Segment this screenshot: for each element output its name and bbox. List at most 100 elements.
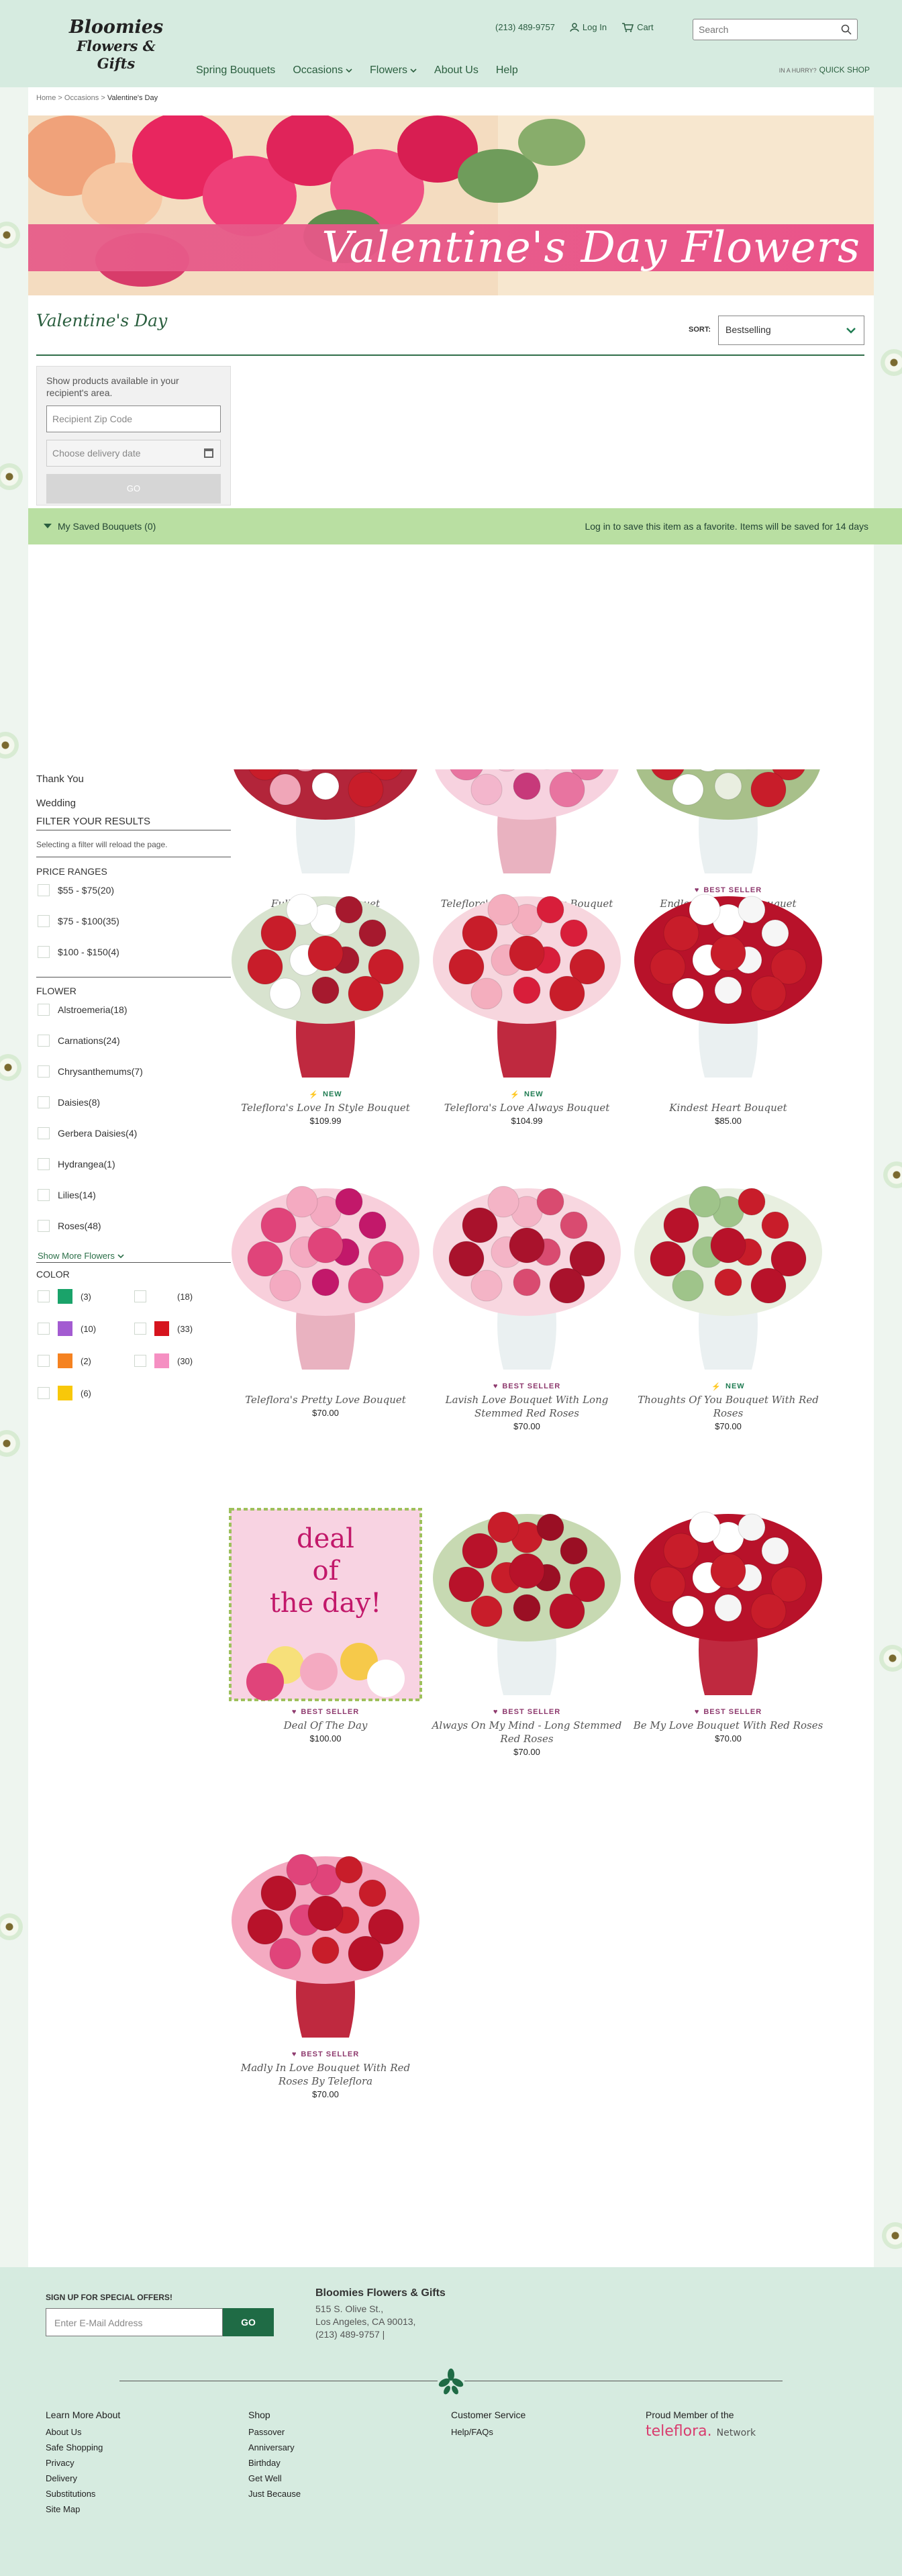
checkbox[interactable]	[38, 1323, 50, 1335]
product-name[interactable]: Kindest Heart Bouquet	[628, 1101, 829, 1114]
signup-go-button[interactable]: GO	[223, 2308, 274, 2336]
product-name[interactable]: Be My Love Bouquet With Red Roses	[628, 1719, 829, 1732]
checkbox[interactable]	[38, 1355, 50, 1367]
product-card[interactable]: ♥ BEST SELLER Lavish Love Bouquet With Lon…	[426, 1178, 628, 1431]
product-image[interactable]	[426, 886, 628, 1088]
flower-option[interactable]: Daisies(8)	[38, 1096, 100, 1108]
checkbox[interactable]	[38, 1290, 50, 1302]
nav-about-us[interactable]: About Us	[434, 64, 479, 77]
footer-link[interactable]: Passover	[248, 2424, 301, 2440]
product-image[interactable]	[225, 1846, 426, 2048]
checkbox[interactable]	[38, 1065, 50, 1078]
phone-number[interactable]: (213) 489-9757	[495, 22, 555, 32]
product-image[interactable]	[225, 886, 426, 1088]
product-name[interactable]: Lavish Love Bouquet With Long Stemmed Re…	[426, 1393, 628, 1420]
footer-link[interactable]: Delivery	[46, 2471, 120, 2486]
checkbox[interactable]	[38, 1158, 50, 1170]
saved-bouquets-bar[interactable]: My Saved Bouquets (0) Log in to save thi…	[28, 508, 902, 544]
product-card[interactable]: Teleflora's Pretty Love Bouquet $70.00	[225, 1178, 426, 1418]
footer-link[interactable]: Substitutions	[46, 2486, 120, 2501]
delivery-date-input[interactable]: Choose delivery date	[46, 440, 221, 467]
checkbox[interactable]	[38, 1220, 50, 1232]
checkbox[interactable]	[134, 1355, 146, 1367]
product-image[interactable]: deal of the day!	[225, 1504, 426, 1705]
breadcrumb-home[interactable]: Home	[36, 94, 56, 102]
product-image[interactable]	[426, 1504, 628, 1705]
footer-link[interactable]: Get Well	[248, 2471, 301, 2486]
product-image[interactable]	[426, 1178, 628, 1380]
product-card[interactable]: ⚡ NEW Teleflora's Love Always Bouquet $104.…	[426, 886, 628, 1126]
checkbox[interactable]	[38, 946, 50, 958]
footer-link[interactable]: Site Map	[46, 2501, 120, 2517]
cart-link[interactable]: Cart	[621, 22, 654, 32]
quick-shop[interactable]: IN A HURRY? QUICK SHOP	[779, 65, 870, 75]
checkbox[interactable]	[38, 1387, 50, 1399]
checkbox[interactable]	[38, 884, 50, 896]
footer-link[interactable]: Help/FAQs	[451, 2424, 525, 2440]
saved-bouquets-toggle[interactable]: My Saved Bouquets (0)	[43, 521, 156, 532]
product-card[interactable]: ⚡ NEW Thoughts Of You Bouquet With Red Ros…	[628, 1178, 829, 1431]
price-option[interactable]: $100 - $150(4)	[38, 946, 119, 958]
search-icon[interactable]	[841, 24, 852, 35]
footer-link[interactable]: About Us	[46, 2424, 120, 2440]
footer-link[interactable]: Anniversary	[248, 2440, 301, 2455]
color-option-pink[interactable]: (30)	[134, 1353, 193, 1368]
search-input[interactable]	[693, 19, 828, 40]
flower-option[interactable]: Lilies(14)	[38, 1189, 96, 1201]
footer-link[interactable]: Birthday	[248, 2455, 301, 2471]
price-option[interactable]: $75 - $100(35)	[38, 915, 119, 927]
nav-help[interactable]: Help	[496, 64, 518, 77]
color-option-orange[interactable]: (2)	[38, 1353, 91, 1368]
product-name[interactable]: Deal Of The Day	[225, 1719, 426, 1732]
show-more-flowers-link[interactable]: Show More Flowers	[38, 1251, 124, 1261]
flower-option[interactable]: Gerbera Daisies(4)	[38, 1127, 137, 1139]
login-link[interactable]: Log In	[570, 22, 607, 32]
breadcrumb-occasions[interactable]: Occasions	[64, 94, 99, 102]
checkbox[interactable]	[134, 1323, 146, 1335]
teleflora-logo[interactable]: teleflora. Network	[646, 2423, 756, 2440]
color-option-red[interactable]: (33)	[134, 1321, 193, 1336]
product-card[interactable]: Kindest Heart Bouquet $85.00	[628, 886, 829, 1126]
nav-spring-bouquets[interactable]: Spring Bouquets	[196, 64, 275, 77]
flower-option[interactable]: Chrysanthemums(7)	[38, 1065, 143, 1078]
zip-code-input[interactable]: Recipient Zip Code	[46, 406, 221, 432]
flower-option[interactable]: Carnations(24)	[38, 1035, 120, 1047]
flower-option[interactable]: Roses(48)	[38, 1220, 101, 1232]
address-phone[interactable]: (213) 489-9757 |	[315, 2328, 415, 2341]
checkbox[interactable]	[38, 915, 50, 927]
checkbox[interactable]	[38, 1096, 50, 1108]
color-option-yellow[interactable]: (6)	[38, 1386, 91, 1400]
product-card[interactable]: deal of the day! ♥ BEST SELLER Deal Of The Da…	[225, 1504, 426, 1744]
sidebar-link-wedding[interactable]: Wedding	[36, 798, 76, 809]
color-option-white[interactable]: (18)	[134, 1289, 193, 1304]
product-card[interactable]: ♥ BEST SELLER Always On My Mind - Long Ste…	[426, 1504, 628, 1757]
color-option-purple[interactable]: (10)	[38, 1321, 96, 1336]
price-option[interactable]: $55 - $75(20)	[38, 884, 114, 896]
email-input[interactable]: Enter E-Mail Address	[46, 2308, 223, 2336]
delivery-go-button[interactable]: GO	[46, 474, 221, 504]
product-image[interactable]	[225, 1178, 426, 1380]
product-name[interactable]: Teleflora's Love In Style Bouquet	[225, 1101, 426, 1114]
product-image[interactable]	[628, 1178, 829, 1380]
checkbox[interactable]	[38, 1004, 50, 1016]
product-name[interactable]: Teleflora's Pretty Love Bouquet	[225, 1393, 426, 1406]
product-name[interactable]: Madly In Love Bouquet With Red Roses By …	[225, 2061, 426, 2088]
nav-occasions[interactable]: Occasions	[293, 64, 352, 77]
checkbox[interactable]	[38, 1127, 50, 1139]
checkbox[interactable]	[134, 1290, 146, 1302]
footer-link[interactable]: Just Because	[248, 2486, 301, 2501]
product-image[interactable]	[628, 886, 829, 1088]
store-logo[interactable]: Bloomies Flowers & Gifts	[59, 17, 173, 73]
product-name[interactable]: Always On My Mind - Long Stemmed Red Ros…	[426, 1719, 628, 1746]
product-card[interactable]: ♥ BEST SELLER Madly In Love Bouquet With R…	[225, 1846, 426, 2099]
flower-option[interactable]: Alstroemeria(18)	[38, 1004, 127, 1016]
product-card[interactable]: ♥ BEST SELLER Be My Love Bouquet With Red …	[628, 1504, 829, 1744]
sidebar-link-thank-you[interactable]: Thank You	[36, 773, 84, 785]
footer-link[interactable]: Privacy	[46, 2455, 120, 2471]
flower-option[interactable]: Hydrangea(1)	[38, 1158, 115, 1170]
color-option-green[interactable]: (3)	[38, 1289, 91, 1304]
product-image[interactable]	[628, 1504, 829, 1705]
checkbox[interactable]	[38, 1189, 50, 1201]
product-card[interactable]: ⚡ NEW Teleflora's Love In Style Bouquet $10…	[225, 886, 426, 1126]
product-name[interactable]: Thoughts Of You Bouquet With Red Roses	[628, 1393, 829, 1420]
